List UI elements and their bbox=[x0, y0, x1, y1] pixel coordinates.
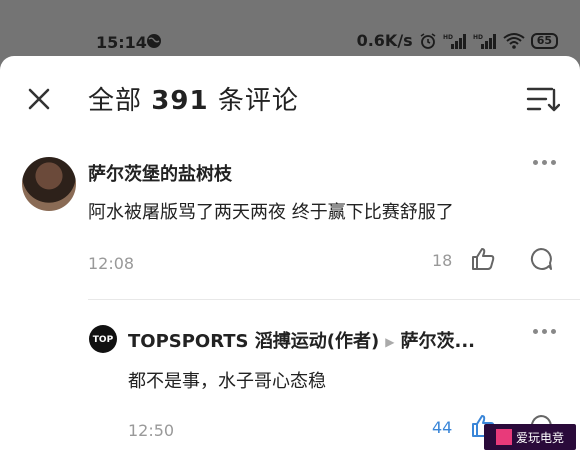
reply-icon[interactable] bbox=[528, 246, 554, 272]
avatar-text: TOP bbox=[93, 335, 114, 345]
reply-author[interactable]: TOPSPORTS 滔搏运动(作者) bbox=[128, 331, 379, 352]
signal-icon: HD bbox=[443, 33, 466, 49]
svg-text:HD: HD bbox=[473, 34, 483, 41]
comment-username[interactable]: 萨尔茨堡的盐树枝 bbox=[88, 160, 232, 186]
status-time: 15:14 bbox=[96, 33, 147, 52]
topsports-avatar[interactable]: TOP bbox=[88, 324, 118, 354]
svg-text:HD: HD bbox=[443, 34, 453, 41]
sort-icon[interactable] bbox=[526, 84, 560, 114]
reply-time: 12:50 bbox=[128, 421, 175, 440]
reply-header: TOPSPORTS 滔搏运动(作者) ▶ 萨尔茨... bbox=[128, 327, 475, 353]
reply-target[interactable]: 萨尔茨... bbox=[400, 331, 475, 352]
comments-title: 全部 391 条评论 bbox=[88, 80, 299, 117]
title-prefix: 全部 bbox=[88, 86, 143, 116]
signal-icon-2: HD bbox=[473, 33, 496, 49]
watermark: 爱玩电竞 bbox=[484, 424, 576, 450]
battery-indicator: 65 bbox=[530, 32, 558, 49]
status-bar: 15:14 0.6K/s HD HD 65 bbox=[0, 0, 580, 56]
globe-icon bbox=[147, 34, 161, 48]
comment-time: 12:08 bbox=[88, 254, 135, 273]
divider bbox=[88, 299, 580, 300]
wifi-icon bbox=[503, 32, 525, 49]
close-icon[interactable] bbox=[26, 86, 52, 112]
alarm-icon bbox=[420, 32, 436, 49]
watermark-text: 爱玩电竞 bbox=[515, 430, 564, 445]
like-count: 18 bbox=[432, 251, 453, 270]
title-suffix: 条评论 bbox=[217, 86, 299, 116]
comment-text: 阿水被屠版骂了两天两夜 终于赢下比赛舒服了 bbox=[88, 202, 454, 223]
comments-sheet: 全部 391 条评论 萨尔茨堡的盐树枝 阿水被屠版骂了两天两夜 终于赢下比赛舒服… bbox=[0, 56, 580, 456]
network-speed: 0.6K/s bbox=[356, 31, 413, 50]
comment-count: 391 bbox=[151, 86, 209, 116]
status-right: 0.6K/s HD HD 65 bbox=[357, 31, 558, 50]
thumbs-up-icon[interactable] bbox=[470, 246, 496, 272]
reply-arrow-icon: ▶ bbox=[385, 335, 395, 349]
avatar[interactable] bbox=[22, 157, 76, 211]
reply-like-count: 44 bbox=[432, 418, 453, 437]
more-options-icon[interactable] bbox=[533, 326, 559, 336]
reply-text: 都不是事，水子哥心态稳 bbox=[128, 371, 326, 392]
watermark-logo-icon bbox=[495, 429, 512, 445]
more-options-icon[interactable] bbox=[533, 157, 559, 167]
